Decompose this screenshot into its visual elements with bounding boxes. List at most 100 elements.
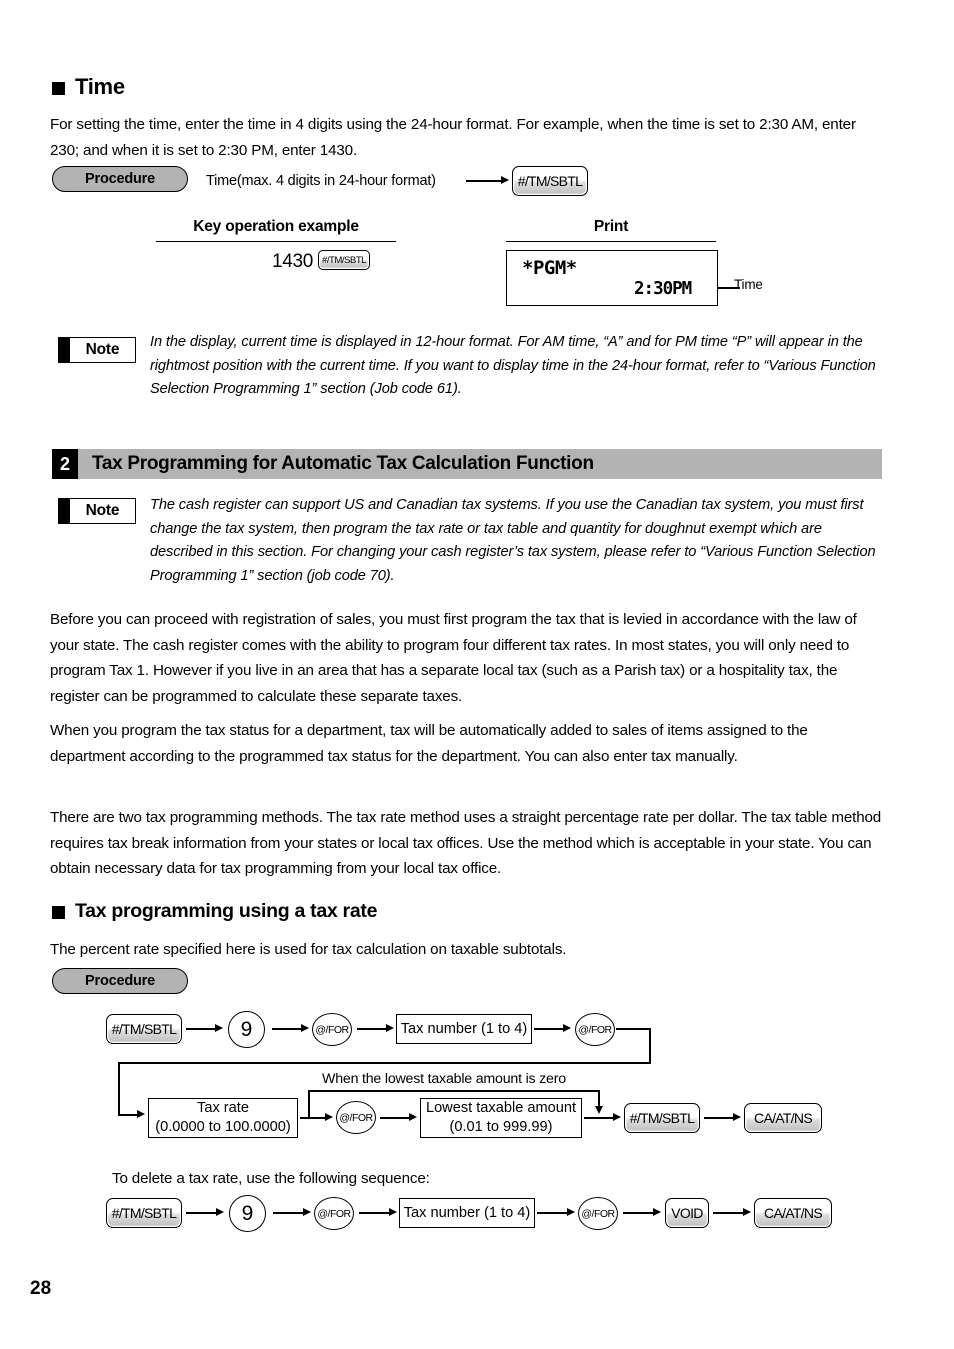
procedure-badge-tax-rate-label: Procedure <box>85 973 155 989</box>
flow2-key-void-label: VOID <box>671 1205 703 1221</box>
flow1-key-for-2-label: @/FOR <box>578 1023 612 1036</box>
flow2-connector-6 <box>713 1212 746 1214</box>
flow2-arrow-5-icon <box>653 1208 661 1216</box>
flow1-box-lowest-amount: Lowest taxable amount (0.01 to 999.99) <box>420 1098 582 1138</box>
time-callout-label: Time <box>734 277 763 292</box>
flow1-bypass-h <box>308 1090 600 1092</box>
note-text-time: In the display, current time is displaye… <box>150 334 876 397</box>
flow1-arrow-5-icon <box>325 1113 333 1121</box>
section-header-tax-programming: 2 Tax Programming for Automatic Tax Calc… <box>52 449 882 479</box>
flow1-wrap-h-top <box>616 1028 651 1030</box>
flow2-key-nine-label: 9 <box>241 1201 254 1225</box>
flow1-key-caatns-label: CA/AT/NS <box>754 1110 813 1126</box>
procedure-badge-tax-rate: Procedure <box>52 968 188 994</box>
flow1-key-tmsbtl-end-label: #/TM/SBTL <box>629 1110 695 1126</box>
flow1-connector-1 <box>186 1028 218 1030</box>
flow2-arrow-6-icon <box>743 1208 751 1216</box>
document-page: Time For setting the time, enter the tim… <box>0 0 954 1349</box>
flow2-key-tmsbtl-label: #/TM/SBTL <box>111 1205 177 1221</box>
flow1-box-tax-rate: Tax rate (0.0000 to 100.0000) <box>148 1098 298 1138</box>
flow2-key-for-1-label: @/FOR <box>317 1207 351 1220</box>
flow1-key-nine-label: 9 <box>240 1017 253 1041</box>
flow1-key-tmsbtl-label: #/TM/SBTL <box>111 1021 177 1037</box>
column-title-key-operation-label: Key operation example <box>193 218 359 235</box>
flow2-connector-4 <box>537 1212 570 1214</box>
flow2-box-tax-number-label: Tax number (1 to 4) <box>403 1204 531 1221</box>
flow1-connector-2 <box>272 1028 304 1030</box>
flow2-connector-5 <box>623 1212 656 1214</box>
flow1-box-lowest-amount-line1: Lowest taxable amount <box>425 1100 577 1116</box>
flow1-box-lowest-amount-line2: (0.01 to 999.99) <box>449 1119 553 1135</box>
procedure-badge-time: Procedure <box>52 166 188 192</box>
procedure-arrow-head-icon <box>501 176 509 184</box>
flow2-connector-1 <box>186 1212 219 1214</box>
flow1-wrap-v-right <box>649 1028 651 1064</box>
heading-time: Time <box>52 74 125 100</box>
heading-tax-programming-rate: Tax programming using a tax rate <box>52 900 377 923</box>
flow1-key-tmsbtl-end[interactable]: #/TM/SBTL <box>624 1103 700 1133</box>
time-intro-paragraph: For setting the time, enter the time in … <box>50 116 856 159</box>
note-bar-icon <box>59 338 70 362</box>
procedure-arrow-line <box>466 180 504 182</box>
flow1-bypass-caption: When the lowest taxable amount is zero <box>322 1071 566 1087</box>
key-tmsbtl-example[interactable]: #/TM/SBTL <box>318 250 370 270</box>
note-box-tax-label: Note <box>85 502 120 519</box>
flow2-arrow-4-icon <box>567 1208 575 1216</box>
column-title-print-label: Print <box>593 218 629 235</box>
flow1-arrow-8-icon <box>733 1113 741 1121</box>
flow2-key-caatns-label: CA/AT/NS <box>764 1205 823 1221</box>
square-bullet-icon <box>52 81 65 95</box>
key-tmsbtl-procedure[interactable]: #/TM/SBTL <box>512 166 588 196</box>
flow1-wrap-arrow-icon <box>137 1110 145 1118</box>
flow1-arrow-7-icon <box>613 1113 621 1121</box>
flow2-arrow-3-icon <box>389 1208 397 1216</box>
flow1-connector-7 <box>584 1117 616 1119</box>
flow1-key-for-1[interactable]: @/FOR <box>312 1013 352 1046</box>
flow1-box-tax-rate-line1: Tax rate <box>197 1100 249 1116</box>
key-example-digits: 1430 <box>272 251 314 272</box>
flow2-arrow-1-icon <box>216 1208 224 1216</box>
section-number: 2 <box>52 449 78 479</box>
flow2-key-for-1[interactable]: @/FOR <box>314 1197 354 1230</box>
key-tmsbtl-example-label: #/TM/SBTL <box>322 254 367 266</box>
flow1-arrow-2-icon <box>301 1024 309 1032</box>
flow1-key-caatns[interactable]: CA/AT/NS <box>744 1103 822 1133</box>
square-bullet-icon <box>52 906 65 919</box>
page-number: 28 <box>30 1278 52 1299</box>
tax-paragraph-3: There are two tax programming methods. T… <box>50 809 882 877</box>
flow2-key-tmsbtl[interactable]: #/TM/SBTL <box>106 1198 182 1228</box>
flow1-bypass-v-left <box>308 1090 310 1118</box>
flow1-arrow-6-icon <box>409 1113 417 1121</box>
note-box-time: Note <box>58 337 136 363</box>
flow1-key-for-3[interactable]: @/FOR <box>336 1101 376 1134</box>
column-title-key-operation: Key operation example <box>156 218 396 242</box>
flow1-connector-4 <box>534 1028 566 1030</box>
key-tmsbtl-procedure-label: #/TM/SBTL <box>517 173 583 189</box>
flow1-connector-6 <box>380 1117 412 1119</box>
heading-tax-programming-rate-label: Tax programming using a tax rate <box>75 900 378 922</box>
flow1-box-tax-number-label: Tax number (1 to 4) <box>400 1020 528 1037</box>
flow2-key-for-2[interactable]: @/FOR <box>578 1197 618 1230</box>
flow2-key-caatns[interactable]: CA/AT/NS <box>754 1198 832 1228</box>
flow2-box-tax-number: Tax number (1 to 4) <box>399 1198 535 1228</box>
column-title-print: Print <box>506 218 716 242</box>
flow2-key-for-2-label: @/FOR <box>581 1207 615 1220</box>
flow2-connector-3 <box>359 1212 392 1214</box>
flow1-key-for-2[interactable]: @/FOR <box>575 1013 615 1046</box>
print-receipt-header: *PGM* <box>522 257 577 279</box>
flow1-key-tmsbtl[interactable]: #/TM/SBTL <box>106 1014 182 1044</box>
flow1-bypass-arrow-icon <box>595 1106 603 1114</box>
flow1-wrap-v-left <box>118 1062 120 1116</box>
tax-rate-intro: The percent rate specified here is used … <box>50 941 567 958</box>
flow2-key-nine[interactable]: 9 <box>229 1195 266 1232</box>
time-procedure-input-label: Time(max. 4 digits in 24-hour format) <box>206 173 436 189</box>
delete-intro-text: To delete a tax rate, use the following … <box>112 1170 430 1187</box>
print-receipt-time: 2:30PM <box>634 279 692 299</box>
flow2-key-void[interactable]: VOID <box>665 1198 709 1228</box>
flow1-key-nine[interactable]: 9 <box>228 1011 265 1048</box>
note-text-tax: The cash register can support US and Can… <box>150 497 876 584</box>
note-bar-icon <box>59 499 70 523</box>
note-box-tax: Note <box>58 498 136 524</box>
flow1-arrow-3-icon <box>386 1024 394 1032</box>
flow2-connector-2 <box>273 1212 306 1214</box>
